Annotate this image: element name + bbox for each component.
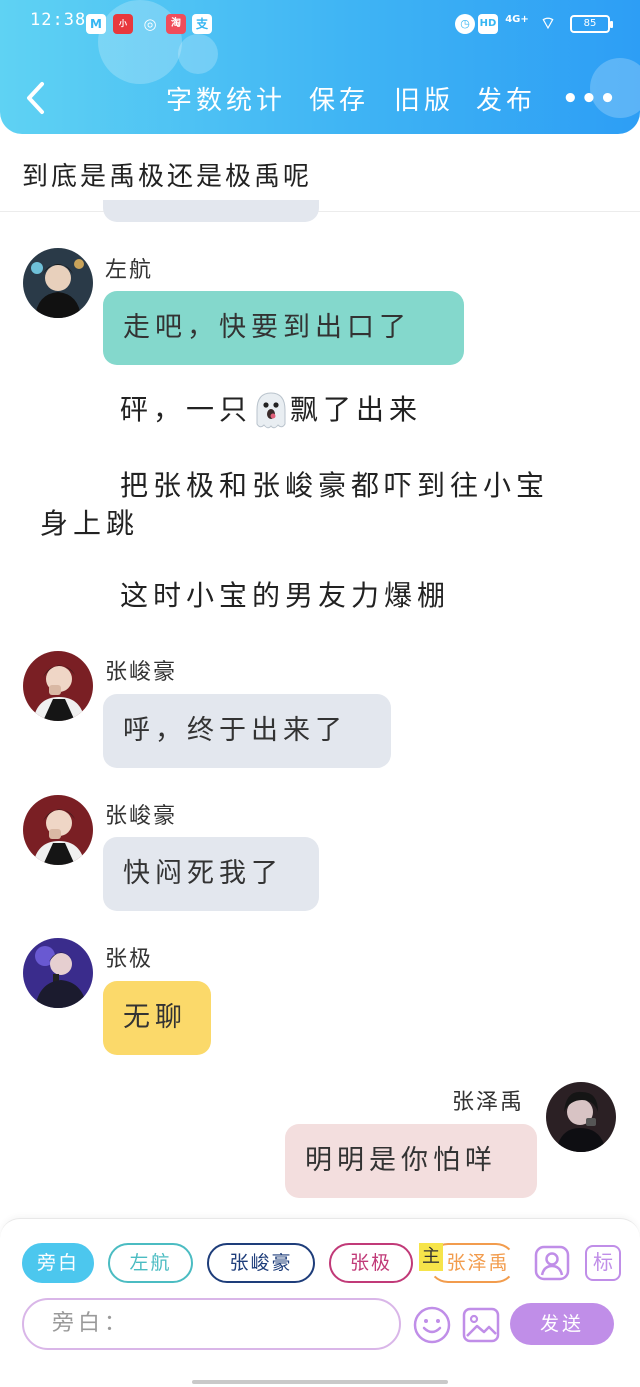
main-role-tag: 主 bbox=[419, 1243, 443, 1271]
red-app-icon: 小 bbox=[113, 14, 133, 34]
chat-bubble[interactable]: 呼，终于出来了 bbox=[103, 694, 391, 768]
battery-icon: 85 bbox=[570, 15, 613, 33]
image-icon[interactable] bbox=[461, 1305, 501, 1345]
more-options-icon[interactable]: ••• bbox=[562, 84, 618, 114]
message-text: 呼，终于出来了 bbox=[123, 715, 347, 746]
role-chip-narrator[interactable]: 旁白 bbox=[22, 1243, 94, 1283]
message-text: 无聊 bbox=[123, 1002, 187, 1033]
status-time: 12:38 bbox=[30, 10, 87, 30]
sender-name: 张峻豪 bbox=[105, 660, 178, 685]
old-version-button[interactable]: 旧版 bbox=[394, 80, 454, 117]
home-indicator[interactable] bbox=[192, 1380, 448, 1384]
avatar-image bbox=[23, 938, 93, 1008]
save-button[interactable]: 保存 bbox=[309, 80, 369, 117]
role-chip-zuohang[interactable]: 左航 bbox=[108, 1243, 193, 1283]
role-chip-zhangjunhao[interactable]: 张峻豪 bbox=[207, 1243, 315, 1283]
previous-message-bubble bbox=[103, 200, 319, 222]
send-button[interactable]: 发送 bbox=[510, 1303, 614, 1345]
user-add-icon[interactable] bbox=[534, 1245, 570, 1281]
avatar[interactable] bbox=[23, 795, 93, 865]
avatar-image bbox=[23, 651, 93, 721]
status-bar: 12:38 M 小 ◎ 淘 支 ◷ HD 4G+ ⌔ 85 bbox=[0, 0, 640, 48]
chat-bubble[interactable]: 明明是你怕咩 bbox=[285, 1124, 537, 1198]
mark-button[interactable]: 标 bbox=[585, 1245, 621, 1281]
sender-name: 左航 bbox=[105, 258, 154, 283]
chevron-left-icon[interactable] bbox=[22, 80, 52, 116]
video-app-icon: M bbox=[86, 14, 106, 34]
app-header: 12:38 M 小 ◎ 淘 支 ◷ HD 4G+ ⌔ 85 字数统计 保存 旧版… bbox=[0, 0, 640, 134]
avatar-image bbox=[23, 795, 93, 865]
story-title-bar: 到底是禹极还是极禹呢 bbox=[0, 134, 640, 212]
chat-bubble[interactable]: 无聊 bbox=[103, 981, 211, 1055]
avatar[interactable] bbox=[546, 1082, 616, 1152]
weibo-icon: ◎ bbox=[143, 15, 157, 33]
avatar-image bbox=[23, 248, 93, 318]
chat-bubble[interactable]: 走吧，快要到出口了 bbox=[103, 291, 464, 365]
avatar-image bbox=[546, 1082, 616, 1152]
wifi-icon: ⌔ bbox=[540, 14, 556, 34]
chat-bubble[interactable]: 快闷死我了 bbox=[103, 837, 319, 911]
message-input[interactable]: 旁白： bbox=[22, 1298, 401, 1350]
alarm-icon: ◷ bbox=[455, 14, 475, 34]
message-text: 快闷死我了 bbox=[123, 858, 283, 889]
avatar[interactable] bbox=[23, 248, 93, 318]
nav-bar: 字数统计 保存 旧版 发布 ••• bbox=[0, 70, 640, 128]
sender-name: 张极 bbox=[105, 947, 154, 972]
publish-button[interactable]: 发布 bbox=[476, 80, 536, 117]
role-chip-zhangji[interactable]: 张极 bbox=[329, 1243, 413, 1283]
message-text: 明明是你怕咩 bbox=[305, 1145, 497, 1176]
hd-icon: HD bbox=[478, 14, 498, 34]
emoji-icon[interactable] bbox=[412, 1305, 452, 1345]
signal-icon: 4G+ bbox=[505, 14, 529, 25]
narration-text[interactable]: 把张极和张峻豪都吓到往小宝 身上跳 bbox=[40, 464, 549, 546]
ghost-emoji-icon bbox=[252, 390, 290, 430]
avatar[interactable] bbox=[23, 651, 93, 721]
taobao-icon: 淘 bbox=[166, 14, 186, 34]
story-title[interactable]: 到底是禹极还是极禹呢 bbox=[22, 156, 312, 193]
alipay-icon: 支 bbox=[192, 14, 212, 34]
sender-name: 张峻豪 bbox=[105, 804, 178, 829]
message-text: 走吧，快要到出口了 bbox=[123, 312, 411, 343]
narration-text[interactable]: 砰，一只 飘了出来 bbox=[40, 388, 422, 432]
narration-text[interactable]: 这时小宝的男友力爆棚 bbox=[40, 574, 450, 618]
sender-name: 张泽禹 bbox=[452, 1090, 525, 1115]
word-count-button[interactable]: 字数统计 bbox=[166, 80, 286, 117]
avatar[interactable] bbox=[23, 938, 93, 1008]
